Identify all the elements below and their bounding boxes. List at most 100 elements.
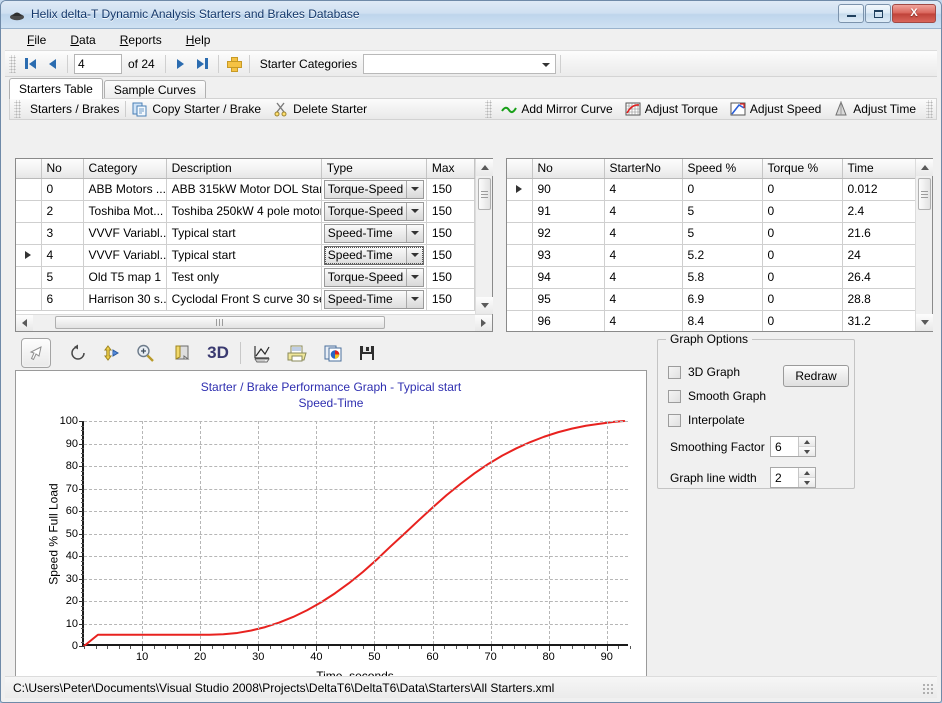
adjust-time-button[interactable]: Adjust Time bbox=[827, 101, 922, 117]
cell-time[interactable]: 2.4 bbox=[842, 200, 915, 223]
graph-panel[interactable]: Starter / Brake Performance Graph - Typi… bbox=[15, 370, 647, 697]
cell-curve-no[interactable]: 93 bbox=[532, 244, 605, 267]
cell-type[interactable]: Speed-Time bbox=[321, 222, 427, 245]
table-row[interactable]: 90 4 0 0 0.012 bbox=[507, 178, 915, 201]
cell-torque-pct[interactable]: 0 bbox=[762, 310, 843, 331]
next-record-button[interactable] bbox=[170, 53, 192, 74]
table-row[interactable]: 95 4 6.9 0 28.8 bbox=[507, 288, 915, 311]
cell-no[interactable]: 2 bbox=[41, 200, 84, 223]
copy-starter-brake-button[interactable]: Copy Starter / Brake bbox=[126, 101, 267, 117]
add-record-button[interactable] bbox=[223, 53, 245, 74]
minimize-button[interactable] bbox=[838, 4, 864, 23]
cell-category[interactable]: VVVF Variabl... bbox=[83, 222, 167, 245]
starters-brakes-button[interactable]: Starters / Brakes bbox=[24, 102, 125, 116]
resize-grip[interactable] bbox=[922, 683, 934, 695]
hscroll-track[interactable] bbox=[33, 315, 475, 331]
cell-category[interactable]: Harrison 30 s... bbox=[83, 288, 167, 311]
cell-type[interactable]: Torque-Speed bbox=[321, 266, 427, 289]
graph-line-width-stepper[interactable]: 2 bbox=[770, 467, 816, 488]
record-position-input[interactable] bbox=[74, 53, 122, 74]
cell-no[interactable]: 5 bbox=[41, 266, 84, 289]
row-header-cell[interactable] bbox=[507, 244, 533, 267]
cell-time[interactable]: 31.2 bbox=[842, 310, 915, 331]
curve-scroll-thumb[interactable] bbox=[918, 178, 931, 210]
type-combo[interactable]: Speed-Time bbox=[323, 245, 424, 265]
cell-torque-pct[interactable]: 0 bbox=[762, 288, 843, 311]
right-toolstrip-grip-end[interactable] bbox=[926, 100, 933, 118]
add-mirror-curve-button[interactable]: Add Mirror Curve bbox=[495, 101, 618, 117]
row-header-cell[interactable] bbox=[507, 266, 533, 289]
col-rowheader[interactable] bbox=[16, 159, 42, 179]
table-row[interactable]: 0 ABB Motors ... ABB 315kW Motor DOL Star.… bbox=[16, 178, 475, 201]
cell-type[interactable]: Speed-Time bbox=[321, 288, 427, 311]
cell-speed-pct[interactable]: 0 bbox=[682, 178, 763, 201]
type-combo-button[interactable] bbox=[405, 268, 423, 286]
cell-time[interactable]: 0.012 bbox=[842, 178, 915, 201]
cell-description[interactable]: Typical start bbox=[166, 222, 322, 245]
row-header-cell[interactable] bbox=[16, 288, 42, 311]
type-combo[interactable]: Torque-Speed bbox=[323, 201, 424, 221]
adjust-speed-button[interactable]: Adjust Speed bbox=[724, 101, 827, 117]
plot-area[interactable]: 0 10 20 30 40 50 60 70 80 90 100 10 20 30 40 50 60 70 80 90 bbox=[60, 415, 631, 663]
cell-max[interactable]: 150 bbox=[426, 266, 475, 289]
cell-description[interactable]: Test only bbox=[166, 266, 322, 289]
table-row[interactable]: 4 VVVF Variabl... Typical start Speed-Time 1… bbox=[16, 244, 475, 267]
cell-max[interactable]: 150 bbox=[426, 200, 475, 223]
graph-line-width-decrement[interactable] bbox=[799, 478, 815, 487]
starters-vertical-scrollbar[interactable] bbox=[475, 159, 493, 314]
table-row[interactable]: 6 Harrison 30 s... Cyclodal Front S curve … bbox=[16, 288, 475, 311]
tab-starters-table[interactable]: Starters Table bbox=[9, 78, 103, 99]
cell-curve-no[interactable]: 94 bbox=[532, 266, 605, 289]
delete-starter-button[interactable]: Delete Starter bbox=[267, 101, 373, 117]
chart-edit-button[interactable] bbox=[247, 338, 277, 368]
smoothing-factor-stepper[interactable]: 6 bbox=[770, 436, 816, 457]
close-button[interactable]: X bbox=[892, 4, 936, 23]
page-curl-button[interactable] bbox=[167, 338, 197, 368]
col-max[interactable]: Max bbox=[426, 159, 475, 179]
last-record-button[interactable] bbox=[192, 53, 214, 74]
table-row[interactable]: 96 4 8.4 0 31.2 bbox=[507, 310, 915, 331]
row-header-cell[interactable] bbox=[16, 178, 42, 201]
cell-time[interactable]: 28.8 bbox=[842, 288, 915, 311]
cell-time[interactable]: 21.6 bbox=[842, 222, 915, 245]
col-time[interactable]: Time bbox=[842, 159, 915, 179]
cell-max[interactable]: 150 bbox=[426, 178, 475, 201]
redraw-button[interactable]: Redraw bbox=[783, 365, 849, 387]
curve-scroll-up-button[interactable] bbox=[916, 159, 933, 176]
type-combo-button[interactable] bbox=[405, 202, 423, 220]
col-category[interactable]: Category bbox=[83, 159, 167, 179]
copy-chart-button[interactable] bbox=[318, 338, 348, 368]
cell-starterno[interactable]: 4 bbox=[604, 244, 683, 267]
cell-starterno[interactable]: 4 bbox=[604, 200, 683, 223]
left-toolstrip-grip[interactable] bbox=[14, 100, 21, 118]
adjust-torque-button[interactable]: Adjust Torque bbox=[619, 101, 724, 117]
scroll-left-button[interactable] bbox=[16, 315, 33, 331]
row-header-cell[interactable] bbox=[507, 310, 533, 331]
maximize-button[interactable] bbox=[865, 4, 891, 23]
menu-reports[interactable]: Reports bbox=[108, 30, 174, 50]
col-torque-pct[interactable]: Torque % bbox=[762, 159, 843, 179]
cell-starterno[interactable]: 4 bbox=[604, 178, 683, 201]
smoothing-factor-increment[interactable] bbox=[799, 437, 815, 447]
hscroll-thumb[interactable] bbox=[55, 316, 385, 329]
row-header-cell[interactable] bbox=[16, 200, 42, 223]
row-header-cell[interactable] bbox=[16, 266, 42, 289]
menu-data[interactable]: Data bbox=[58, 30, 107, 50]
type-combo-button[interactable] bbox=[405, 224, 423, 242]
col-rowheader-curve[interactable] bbox=[507, 159, 533, 179]
cell-torque-pct[interactable]: 0 bbox=[762, 222, 843, 245]
type-combo[interactable]: Speed-Time bbox=[323, 289, 424, 309]
cell-torque-pct[interactable]: 0 bbox=[762, 200, 843, 223]
scroll-down-button[interactable] bbox=[476, 297, 493, 314]
cell-no[interactable]: 6 bbox=[41, 288, 84, 311]
row-header-cell[interactable] bbox=[507, 222, 533, 245]
curve-scroll-down-button[interactable] bbox=[916, 314, 933, 331]
menu-help[interactable]: Help bbox=[174, 30, 223, 50]
table-row[interactable]: 2 Toshiba Mot... Toshiba 250kW 4 pole moto… bbox=[16, 200, 475, 223]
right-toolstrip-grip[interactable] bbox=[485, 100, 493, 118]
col-no[interactable]: No bbox=[41, 159, 84, 179]
cell-speed-pct[interactable]: 5.8 bbox=[682, 266, 763, 289]
cell-max[interactable]: 150 bbox=[426, 244, 475, 267]
cell-speed-pct[interactable]: 6.9 bbox=[682, 288, 763, 311]
cell-description[interactable]: Toshiba 250kW 4 pole motor bbox=[166, 200, 322, 223]
